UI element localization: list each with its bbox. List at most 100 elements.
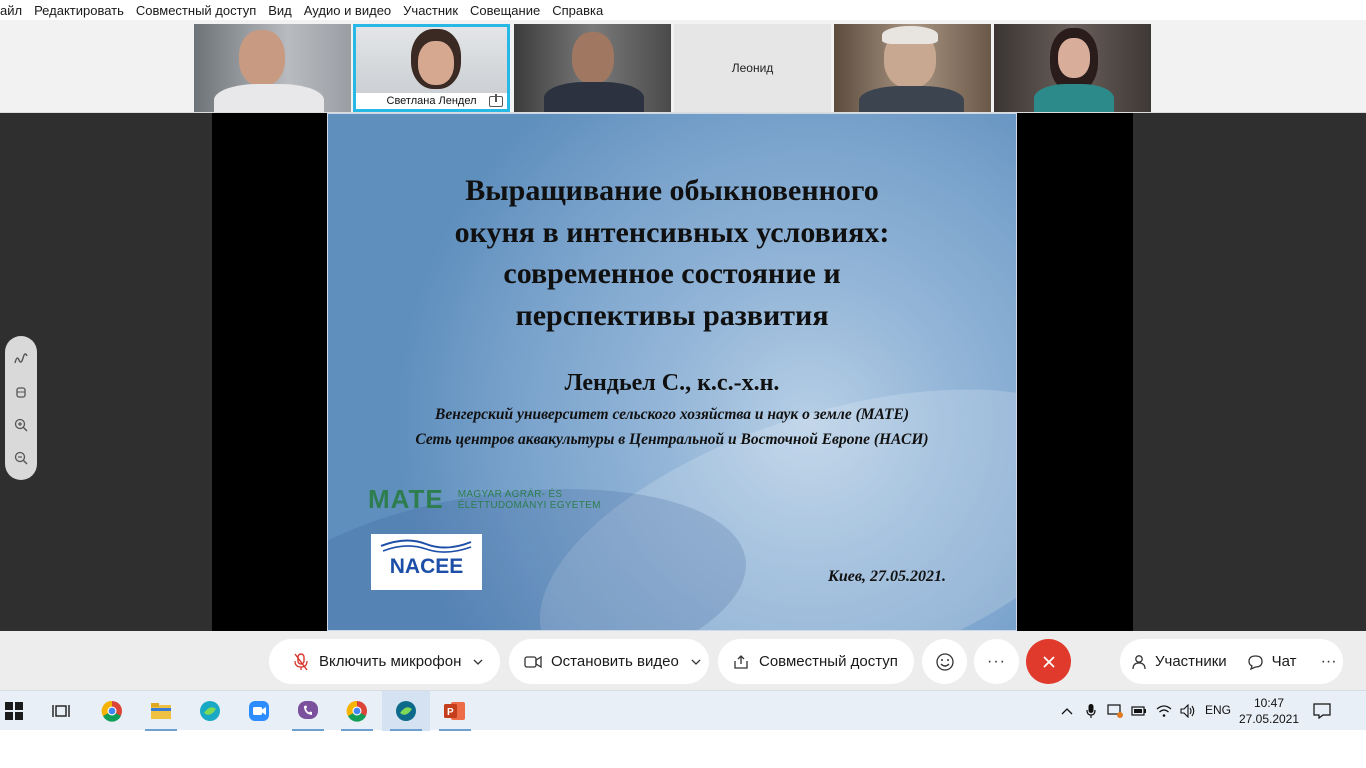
- participant-video-tile[interactable]: [834, 24, 991, 112]
- annotation-toolbar: [5, 336, 37, 480]
- menu-audio-video[interactable]: Аудио и видео: [298, 3, 397, 18]
- participant-tile-no-video[interactable]: Леонид: [674, 24, 831, 112]
- more-icon: ···: [987, 652, 1006, 670]
- mate-logo-text: MAGYAR AGRÁR- ÉS: [457, 488, 563, 500]
- taskbar-clock[interactable]: 10:47 27.05.2021: [1238, 695, 1300, 727]
- webex-meetings-icon[interactable]: [382, 691, 430, 731]
- slide-title-line: современное состояние и: [503, 257, 841, 290]
- participant-shirt: [214, 84, 324, 112]
- participant-name: Светлана Лендел: [386, 95, 477, 107]
- more-panels-button[interactable]: ···: [1307, 653, 1347, 671]
- more-options-button[interactable]: ···: [974, 639, 1019, 684]
- nacee-logo-text: NACEE: [389, 555, 464, 578]
- share-upload-icon: [731, 652, 751, 672]
- clock-time: 10:47: [1253, 696, 1285, 710]
- mate-logo-mark: MATE: [368, 484, 444, 514]
- language-indicator[interactable]: ENG: [1205, 703, 1231, 717]
- slide-author: Лендьел С., к.с.-х.н.: [564, 370, 780, 396]
- windows-taskbar: P ENG 10:47 27.05.2021: [0, 690, 1366, 731]
- page-bottom-margin: [0, 731, 1366, 768]
- powerpoint-icon[interactable]: P: [431, 691, 479, 731]
- slide-title-line: окуня в интенсивных условиях:: [454, 215, 890, 249]
- close-icon: [1042, 655, 1055, 668]
- slide-title-line: Выращивание обыкновенного: [465, 174, 879, 207]
- menu-participant[interactable]: Участник: [397, 3, 464, 18]
- main-stage: Выращивание обыкновенного окуня в интенс…: [0, 113, 1366, 631]
- smiley-icon: [935, 652, 954, 671]
- webex-icon[interactable]: [186, 691, 234, 731]
- participant-name: Леонид: [674, 24, 831, 112]
- participant-face: [1058, 38, 1090, 78]
- clock-date: 27.05.2021: [1238, 712, 1300, 726]
- unmute-label: Включить микрофон: [319, 653, 462, 670]
- windows-start-icon[interactable]: [0, 691, 38, 731]
- participant-face: [239, 30, 285, 86]
- zoom-out-icon[interactable]: [11, 448, 31, 468]
- menu-edit[interactable]: Редактировать: [28, 3, 130, 18]
- stop-video-label: Остановить видео: [551, 653, 679, 670]
- leave-meeting-button[interactable]: [1026, 639, 1071, 684]
- menu-bar: айл Редактировать Совместный доступ Вид …: [0, 0, 1366, 20]
- screen-share-tray-icon[interactable]: [1106, 691, 1124, 731]
- participants-label: Участники: [1155, 653, 1227, 670]
- file-explorer-icon[interactable]: [137, 691, 185, 731]
- meeting-controls-bar: Включить микрофон Остановить видео Совме…: [0, 631, 1366, 690]
- participant-name-caption: Светлана Лендел: [356, 93, 507, 109]
- notifications-icon[interactable]: [1310, 691, 1334, 731]
- participant-jacket: [859, 86, 964, 112]
- zoom-in-icon[interactable]: [11, 415, 31, 435]
- menu-meeting[interactable]: Совещание: [464, 3, 546, 18]
- person-icon: [1130, 653, 1148, 671]
- eraser-icon[interactable]: [11, 382, 31, 402]
- chat-label: Чат: [1271, 653, 1297, 670]
- slide-affiliation: Сеть центров аквакультуры в Центральной …: [415, 431, 929, 448]
- battery-icon[interactable]: [1130, 691, 1148, 731]
- nacee-logo: NACEE: [371, 534, 482, 590]
- participant-scarf: [1034, 84, 1114, 112]
- participant-video-tile-active[interactable]: Светлана Лендел: [353, 24, 510, 112]
- viber-icon[interactable]: [284, 691, 332, 731]
- zoom-icon[interactable]: [235, 691, 283, 731]
- chat-panel-button[interactable]: Чат: [1237, 653, 1307, 671]
- slide-title: Выращивание обыкновенного окуня в интенс…: [328, 170, 1016, 336]
- microphone-icon[interactable]: [1083, 691, 1099, 731]
- chrome-icon[interactable]: [88, 691, 136, 731]
- stop-video-button[interactable]: Остановить видео: [509, 639, 709, 684]
- svg-text:P: P: [447, 707, 454, 718]
- annotate-icon[interactable]: [11, 349, 31, 369]
- volume-icon[interactable]: [1179, 691, 1197, 731]
- share-label: Совместный доступ: [759, 653, 898, 670]
- chat-bubble-icon: [1247, 653, 1265, 671]
- menu-help[interactable]: Справка: [546, 3, 609, 18]
- participant-suit: [544, 82, 644, 112]
- menu-view[interactable]: Вид: [262, 3, 298, 18]
- share-status-icon: [489, 94, 503, 107]
- wifi-icon[interactable]: [1155, 691, 1173, 731]
- camera-icon: [523, 652, 543, 672]
- unmute-button[interactable]: Включить микрофон: [269, 639, 500, 684]
- more-icon: ···: [1320, 652, 1337, 670]
- participant-video-tile[interactable]: [194, 24, 351, 112]
- menu-share[interactable]: Совместный доступ: [130, 3, 262, 18]
- muted-microphone-icon: [291, 652, 311, 672]
- mate-logo-text: ÉLETTUDOMÁNYI EGYETEM: [457, 499, 601, 511]
- participant-video-tile[interactable]: [514, 24, 671, 112]
- participant-face: [418, 41, 454, 85]
- chevron-down-icon[interactable]: [473, 657, 483, 667]
- slide-affiliation: Венгерский университет сельского хозяйст…: [435, 406, 909, 423]
- mate-logo: MATE MAGYAR AGRÁR- ÉS ÉLETTUDOMÁNYI EGYE…: [368, 484, 601, 515]
- share-button[interactable]: Совместный доступ: [718, 639, 914, 684]
- menu-file[interactable]: айл: [0, 3, 28, 18]
- chrome-icon[interactable]: [333, 691, 381, 731]
- task-view-icon[interactable]: [37, 691, 85, 731]
- participants-panel-button[interactable]: Участники: [1120, 653, 1237, 671]
- shared-screen-area: Выращивание обыкновенного окуня в интенс…: [212, 113, 1133, 631]
- slide-title-line: перспективы развития: [515, 298, 829, 332]
- participant-video-tile[interactable]: [994, 24, 1151, 112]
- participant-hair: [882, 26, 938, 44]
- reactions-button[interactable]: [922, 639, 967, 684]
- panels-group: Участники Чат ···: [1120, 639, 1343, 684]
- chevron-up-icon[interactable]: [1058, 691, 1076, 731]
- slide-date: Киев, 27.05.2021.: [828, 568, 946, 585]
- chevron-down-icon[interactable]: [691, 657, 701, 667]
